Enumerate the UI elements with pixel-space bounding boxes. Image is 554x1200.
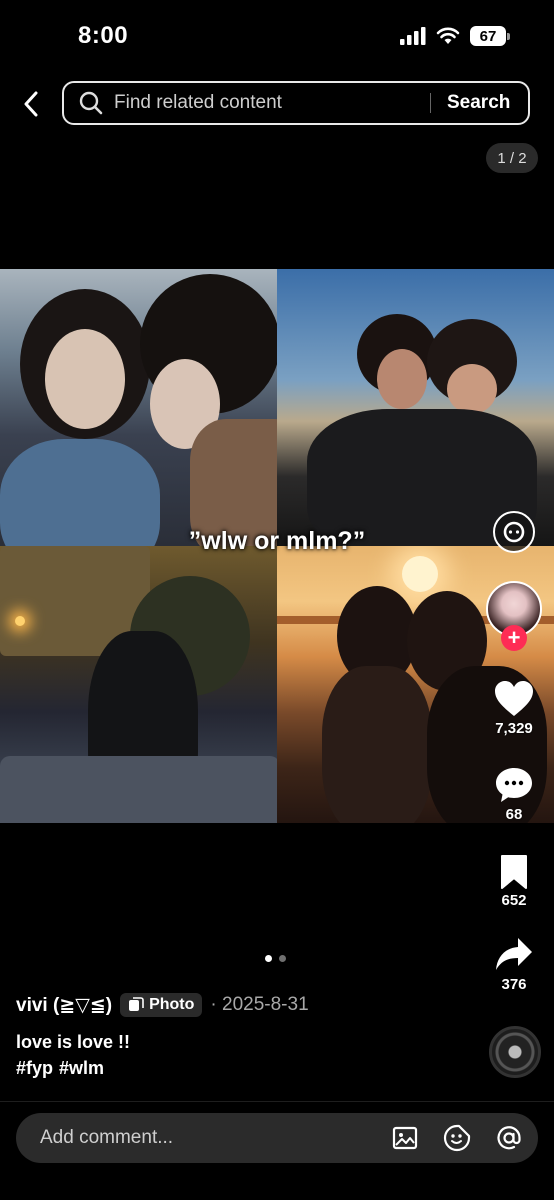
carousel-dot-2	[279, 955, 286, 962]
share-count: 376	[501, 976, 527, 993]
comment-count: 68	[505, 806, 523, 823]
photo-tile-1	[0, 269, 277, 546]
bottom-divider	[0, 1101, 554, 1102]
back-arrow-icon	[24, 91, 38, 117]
photo-icon	[129, 997, 144, 1011]
photo-overlay-text: ”wlw or mlm?”	[188, 527, 366, 555]
page-counter: 1 / 2	[486, 143, 538, 173]
search-bar: Search	[62, 81, 530, 125]
carousel-indicator	[265, 955, 286, 962]
wifi-icon	[436, 27, 460, 44]
save-button[interactable]: 652	[479, 854, 549, 909]
photo-tile-2	[277, 269, 554, 546]
image-icon	[392, 1126, 418, 1150]
post-meta: vivi (≧▽≦) Photo · 2025-8-31	[16, 993, 309, 1017]
follow-button[interactable]: +	[501, 625, 527, 651]
search-divider	[430, 93, 431, 113]
carousel-dot-1	[265, 955, 272, 962]
comment-input[interactable]	[38, 1126, 368, 1150]
sound-disc[interactable]	[489, 1026, 541, 1078]
photo-badge: Photo	[120, 993, 203, 1017]
visual-search-button[interactable]	[493, 511, 535, 553]
like-button[interactable]: 7,329	[479, 680, 549, 737]
share-icon	[496, 938, 532, 970]
post-date: · 2025-8-31	[210, 994, 309, 1015]
battery-level: 67	[479, 27, 497, 45]
status-time: 8:00	[78, 22, 129, 49]
battery-indicator: 67	[470, 26, 510, 46]
search-button[interactable]: Search	[447, 92, 510, 114]
like-count: 7,329	[495, 720, 533, 737]
post-caption: love is love !!	[16, 1032, 131, 1052]
photo-badge-label: Photo	[149, 996, 195, 1013]
hashtag[interactable]: #wlm	[59, 1058, 104, 1079]
comment-icon	[496, 768, 532, 802]
mention-icon	[497, 1126, 521, 1150]
save-count: 652	[501, 892, 527, 909]
search-input[interactable]	[112, 91, 416, 115]
cellular-signal-icon	[400, 27, 426, 45]
search-icon	[79, 91, 103, 115]
share-button[interactable]: 376	[479, 936, 549, 993]
hashtag[interactable]: #fyp	[16, 1058, 53, 1079]
plus-icon: +	[507, 625, 521, 650]
emoji-button[interactable]	[442, 1123, 472, 1153]
bookmark-icon	[501, 855, 527, 889]
back-button[interactable]	[14, 86, 48, 122]
hashtags: #fyp #wlm	[16, 1058, 104, 1079]
scan-icon	[503, 521, 525, 543]
comment-button[interactable]: 68	[479, 766, 549, 823]
mention-button[interactable]	[494, 1123, 524, 1153]
attach-image-button[interactable]	[390, 1123, 420, 1153]
author-name[interactable]: vivi (≧▽≦)	[16, 994, 112, 1017]
photo-tile-3	[0, 546, 277, 823]
heart-icon	[495, 681, 533, 716]
comment-bar	[16, 1113, 538, 1163]
emoji-icon	[443, 1124, 471, 1152]
status-indicators: 67	[400, 26, 510, 46]
